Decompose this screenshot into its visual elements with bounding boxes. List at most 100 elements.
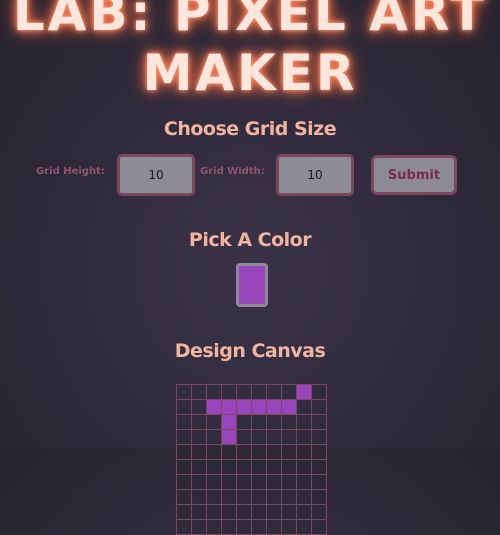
canvas-cell[interactable]: [251, 429, 267, 445]
page-title-line-2: MAKER: [142, 44, 358, 102]
canvas-cell[interactable]: [221, 474, 237, 490]
canvas-cell[interactable]: [296, 399, 312, 415]
canvas-cell[interactable]: [176, 459, 192, 475]
canvas-cell[interactable]: [176, 399, 192, 415]
canvas-cell[interactable]: [266, 414, 282, 430]
canvas-cell[interactable]: [206, 429, 222, 445]
canvas-cell[interactable]: [296, 414, 312, 430]
canvas-row: [176, 489, 327, 505]
canvas-cell[interactable]: [191, 519, 207, 535]
canvas-cell[interactable]: [191, 474, 207, 490]
canvas-cell[interactable]: [176, 489, 192, 505]
canvas-cell[interactable]: [296, 519, 312, 535]
canvas-cell[interactable]: [251, 384, 267, 400]
canvas-cell[interactable]: [176, 474, 192, 490]
canvas-cell[interactable]: [281, 459, 297, 475]
canvas-cell[interactable]: [221, 399, 237, 415]
canvas-cell[interactable]: [221, 519, 237, 535]
canvas-cell[interactable]: [296, 429, 312, 445]
canvas-cell[interactable]: [176, 414, 192, 430]
canvas-cell[interactable]: [311, 429, 327, 445]
canvas-cell[interactable]: [311, 504, 327, 520]
canvas-cell[interactable]: [236, 489, 252, 505]
canvas-cell[interactable]: [251, 474, 267, 490]
canvas-cell[interactable]: [191, 429, 207, 445]
color-picker[interactable]: [236, 263, 268, 307]
canvas-cell[interactable]: [311, 399, 327, 415]
canvas-cell[interactable]: [251, 504, 267, 520]
canvas-cell[interactable]: [191, 399, 207, 415]
canvas-cell[interactable]: [266, 489, 282, 505]
canvas-cell[interactable]: [206, 474, 222, 490]
canvas-cell[interactable]: [206, 399, 222, 415]
canvas-cell[interactable]: [296, 504, 312, 520]
canvas-cell[interactable]: [281, 519, 297, 535]
canvas-cell[interactable]: [311, 459, 327, 475]
canvas-cell[interactable]: [281, 429, 297, 445]
canvas-cell[interactable]: [266, 429, 282, 445]
canvas-cell[interactable]: [251, 519, 267, 535]
canvas-cell[interactable]: [251, 414, 267, 430]
canvas-cell[interactable]: [206, 504, 222, 520]
canvas-cell[interactable]: [236, 474, 252, 490]
canvas-cell[interactable]: [206, 459, 222, 475]
canvas-cell[interactable]: [221, 414, 237, 430]
canvas-cell[interactable]: [176, 519, 192, 535]
canvas-cell[interactable]: [191, 504, 207, 520]
canvas-cell[interactable]: [281, 384, 297, 400]
canvas-cell[interactable]: [236, 399, 252, 415]
canvas-cell[interactable]: [176, 429, 192, 445]
canvas-cell[interactable]: [236, 519, 252, 535]
canvas-cell[interactable]: [281, 414, 297, 430]
canvas-cell[interactable]: [206, 519, 222, 535]
canvas-cell[interactable]: [206, 414, 222, 430]
canvas-row: [176, 474, 327, 490]
canvas-cell[interactable]: [176, 504, 192, 520]
canvas-cell[interactable]: [266, 504, 282, 520]
canvas-cell[interactable]: [266, 474, 282, 490]
grid-height-input[interactable]: [117, 154, 195, 196]
canvas-cell[interactable]: [251, 489, 267, 505]
canvas-cell[interactable]: [221, 429, 237, 445]
canvas-cell[interactable]: [266, 459, 282, 475]
canvas-cell[interactable]: [266, 519, 282, 535]
grid-size-heading: Choose Grid Size: [163, 118, 337, 140]
canvas-cell[interactable]: [311, 474, 327, 490]
canvas-cell[interactable]: [296, 474, 312, 490]
canvas-cell[interactable]: [191, 384, 207, 400]
canvas-cell[interactable]: [176, 384, 192, 400]
canvas-cell[interactable]: [191, 489, 207, 505]
canvas-cell[interactable]: [296, 459, 312, 475]
canvas-cell[interactable]: [236, 414, 252, 430]
canvas-cell[interactable]: [311, 384, 327, 400]
canvas-cell[interactable]: [206, 384, 222, 400]
canvas-cell[interactable]: [191, 414, 207, 430]
canvas-cell[interactable]: [221, 504, 237, 520]
canvas-cell[interactable]: [221, 384, 237, 400]
canvas-cell[interactable]: [311, 414, 327, 430]
canvas-cell[interactable]: [236, 384, 252, 400]
page-title-line-1: LAB: PIXEL ART: [12, 0, 488, 42]
canvas-cell[interactable]: [311, 489, 327, 505]
canvas-cell[interactable]: [191, 459, 207, 475]
canvas-cell[interactable]: [251, 399, 267, 415]
canvas-cell[interactable]: [236, 429, 252, 445]
canvas-cell[interactable]: [236, 504, 252, 520]
canvas-cell[interactable]: [251, 459, 267, 475]
canvas-cell[interactable]: [311, 519, 327, 535]
canvas-cell[interactable]: [281, 474, 297, 490]
canvas-cell[interactable]: [206, 489, 222, 505]
canvas-cell[interactable]: [266, 399, 282, 415]
canvas-cell[interactable]: [296, 384, 312, 400]
canvas-cell[interactable]: [221, 459, 237, 475]
grid-width-input[interactable]: [276, 154, 354, 196]
canvas-cell[interactable]: [266, 384, 282, 400]
canvas-cell[interactable]: [296, 489, 312, 505]
submit-button[interactable]: Submit: [371, 155, 457, 195]
canvas-cell[interactable]: [221, 489, 237, 505]
canvas-cell[interactable]: [281, 504, 297, 520]
grid-height-label: Grid Height:: [36, 166, 105, 177]
canvas-cell[interactable]: [281, 399, 297, 415]
canvas-cell[interactable]: [236, 459, 252, 475]
canvas-cell[interactable]: [281, 489, 297, 505]
